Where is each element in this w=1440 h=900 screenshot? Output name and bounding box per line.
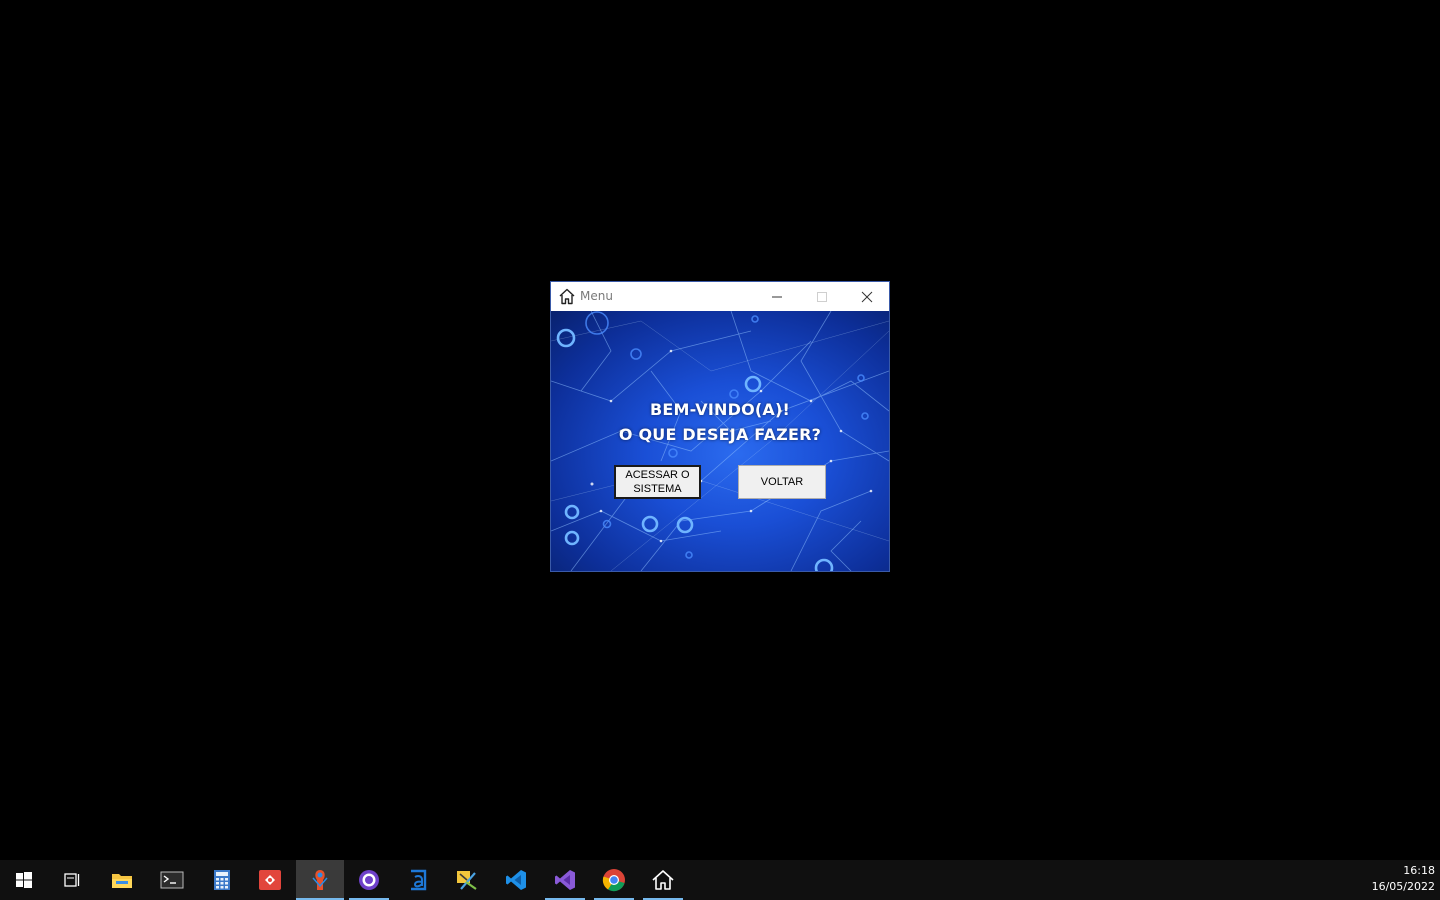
git-gui-icon: [259, 870, 281, 890]
xampp-icon: [457, 871, 477, 890]
calculator-icon: [214, 870, 230, 890]
taskbar-calculator[interactable]: [198, 860, 246, 900]
back-button[interactable]: VOLTAR: [738, 465, 826, 499]
access-system-button[interactable]: ACESSAR O SISTEMA: [614, 465, 701, 499]
menu-window: Menu BEM-VINDO(A)! O QUE DESEJA FAZER? A…: [550, 281, 890, 572]
welcome-heading-line2: O QUE DESEJA FAZER?: [618, 425, 822, 444]
taskbar-menu-app[interactable]: [639, 860, 687, 900]
chrome-icon: [602, 869, 625, 892]
maximize-icon: [816, 291, 827, 302]
file-explorer-icon: [112, 874, 132, 888]
taskbar-azure-data-studio[interactable]: [394, 860, 442, 900]
task-view-icon: [64, 873, 80, 887]
clock-date: 16/05/2022: [1371, 880, 1435, 893]
taskbar-active-app[interactable]: [296, 860, 344, 900]
azure-data-studio-icon: [411, 869, 427, 891]
taskbar-github-desktop[interactable]: [345, 860, 393, 900]
taskbar-xampp[interactable]: [443, 860, 491, 900]
visual-studio-icon: [555, 870, 575, 890]
window-titlebar[interactable]: Menu: [551, 282, 889, 311]
terminal-icon: [160, 871, 184, 889]
task-view-button[interactable]: [48, 860, 96, 900]
home-app-icon: [652, 870, 674, 890]
taskbar-git-gui[interactable]: [246, 860, 294, 900]
welcome-heading: BEM-VINDO(A)! O QUE DESEJA FAZER?: [551, 397, 889, 447]
close-button[interactable]: [844, 282, 889, 311]
maximize-button[interactable]: [799, 282, 844, 311]
start-button[interactable]: [0, 860, 48, 900]
clock-time: 16:18: [1403, 864, 1435, 877]
taskbar-file-explorer[interactable]: [98, 860, 146, 900]
windows-start-icon: [16, 872, 32, 888]
app-active-icon: [312, 870, 328, 890]
taskbar-chrome[interactable]: [590, 860, 638, 900]
window-title: Menu: [580, 289, 613, 303]
taskbar-visual-studio[interactable]: [541, 860, 589, 900]
taskbar-terminal[interactable]: [148, 860, 196, 900]
home-icon: [558, 288, 576, 305]
github-desktop-icon: [359, 870, 379, 890]
minimize-icon: [771, 296, 782, 297]
welcome-heading-line1: BEM-VINDO(A)!: [649, 400, 791, 419]
taskbar-vscode[interactable]: [492, 860, 540, 900]
minimize-button[interactable]: [754, 282, 799, 311]
taskbar: 16:18 16/05/2022: [0, 860, 1440, 900]
system-clock[interactable]: 16:18 16/05/2022: [1372, 863, 1435, 895]
window-client-area: BEM-VINDO(A)! O QUE DESEJA FAZER? ACESSA…: [551, 311, 889, 571]
vscode-icon: [506, 870, 526, 890]
close-icon: [861, 291, 872, 302]
